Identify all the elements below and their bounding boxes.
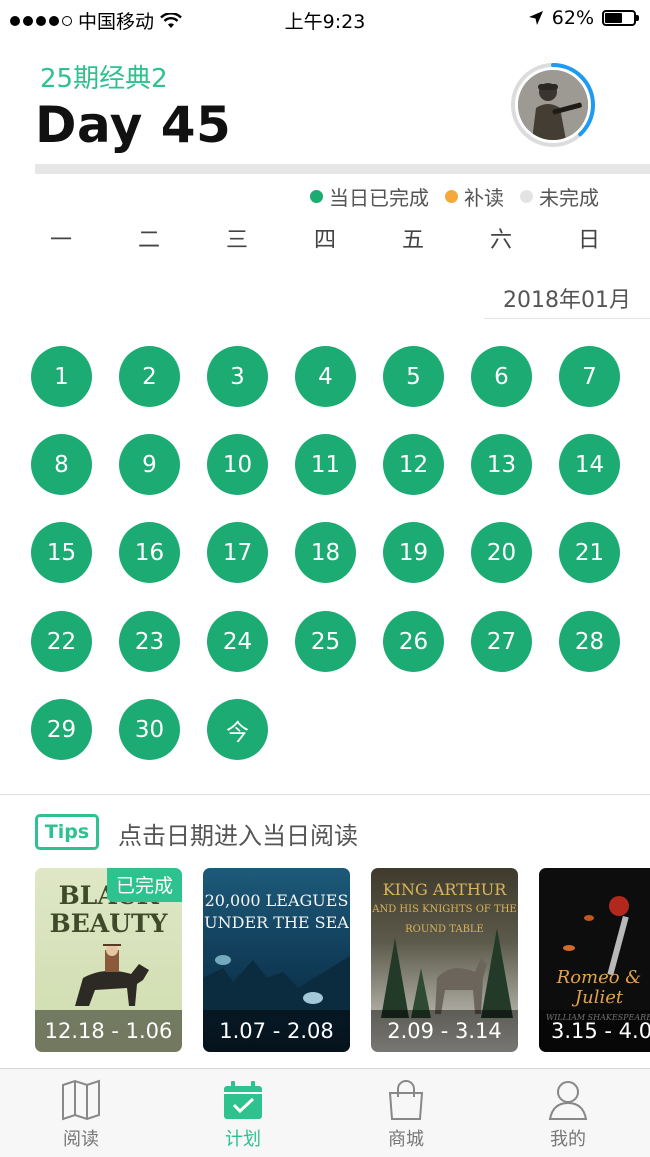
calendar-day[interactable]: 3 (207, 346, 268, 407)
calendar-day[interactable]: 22 (31, 611, 92, 672)
calendar-day[interactable]: 6 (471, 346, 532, 407)
legend-makeup: 补读 (445, 182, 504, 211)
weekday-fri: 五 (401, 228, 424, 253)
horse-rider-illustration (75, 944, 149, 1006)
calendar-day[interactable]: 11 (295, 434, 356, 495)
calendar-day[interactable]: 7 (559, 346, 620, 407)
calendar-day[interactable]: 9 (119, 434, 180, 495)
section-divider (0, 794, 650, 795)
tab-me-label: 我的 (550, 1129, 586, 1150)
calendar-day[interactable]: 20 (471, 522, 532, 583)
book-date-range: 12.18 - 1.06 (35, 1010, 182, 1052)
book-card-king-arthur[interactable]: KING ARTHUR AND HIS KNIGHTS OF THE ROUND … (371, 868, 518, 1052)
calendar-day-today[interactable]: 今 (207, 699, 268, 760)
book-date-range: 3.15 - 4.0 (539, 1010, 650, 1052)
calendar-day[interactable]: 21 (559, 522, 620, 583)
calendar-day[interactable]: 25 (295, 611, 356, 672)
calendar-day[interactable]: 27 (471, 611, 532, 672)
calendar-day[interactable]: 1 (31, 346, 92, 407)
calendar-day[interactable]: 12 (383, 434, 444, 495)
book-cover-title: 20,000 LEAGUES UNDER THE SEA (204, 891, 349, 932)
tab-reading[interactable]: 阅读 (21, 1079, 141, 1151)
plan-name: 25期经典2 (40, 64, 168, 94)
completed-badge: 已完成 (106, 868, 182, 902)
weekday-mon: 一 (49, 228, 72, 253)
book-date-range: 1.07 - 2.08 (203, 1010, 350, 1052)
status-bar: 中国移动 上午9:23 62% (0, 0, 650, 38)
book-icon (62, 1079, 100, 1121)
weekday-wed: 三 (225, 228, 248, 253)
legend-incomplete: 未完成 (520, 182, 599, 211)
tab-plan-label: 计划 (225, 1129, 261, 1150)
calendar-day[interactable]: 15 (31, 522, 92, 583)
calendar-day[interactable]: 2 (119, 346, 180, 407)
battery-icon (602, 10, 639, 26)
rose-dagger-illustration (563, 896, 629, 976)
calendar-day[interactable]: 17 (207, 522, 268, 583)
legend-completed-dot (310, 190, 323, 203)
weekday-sun: 日 (577, 228, 600, 253)
location-arrow-icon (528, 11, 543, 25)
book-card-black-beauty[interactable]: BLACKBEAUTY 已完成 12.18 - 1.06 (35, 868, 182, 1052)
status-right: 62% (528, 7, 639, 29)
tab-reading-label: 阅读 (63, 1129, 99, 1150)
user-icon (548, 1081, 588, 1120)
tab-bar: 阅读 计划 商城 我的 (0, 1068, 650, 1157)
legend-incomplete-dot (520, 190, 533, 203)
calendar-day[interactable]: 16 (119, 522, 180, 583)
shopping-bag-icon (388, 1080, 424, 1120)
calendar-day[interactable]: 26 (383, 611, 444, 672)
calendar-day[interactable]: 23 (119, 611, 180, 672)
calendar-day[interactable]: 18 (295, 522, 356, 583)
avatar-button[interactable] (510, 62, 596, 148)
calendar-day[interactable]: 8 (31, 434, 92, 495)
book-card-20000-leagues[interactable]: 20,000 LEAGUES UNDER THE SEA 1.07 - 2.08 (203, 868, 350, 1052)
tips-badge: Tips (35, 814, 99, 850)
legend-completed: 当日已完成 (310, 182, 429, 211)
calendar-day[interactable]: 30 (119, 699, 180, 760)
calendar-day[interactable]: 28 (559, 611, 620, 672)
calendar-day[interactable]: 13 (471, 434, 532, 495)
battery-percent: 62% (551, 7, 594, 29)
calendar-day[interactable]: 14 (559, 434, 620, 495)
header-divider (35, 164, 650, 174)
weekday-tue: 二 (137, 228, 160, 253)
calendar-day[interactable]: 4 (295, 346, 356, 407)
calendar-day[interactable]: 10 (207, 434, 268, 495)
month-label[interactable]: 2018年01月 (484, 282, 650, 319)
calendar-day[interactable]: 5 (383, 346, 444, 407)
calendar-check-icon (224, 1081, 262, 1119)
legend: 当日已完成 补读 未完成 (310, 182, 599, 211)
soldier-avatar-image (518, 70, 588, 140)
calendar-day[interactable]: 19 (383, 522, 444, 583)
tips-text: 点击日期进入当日阅读 (118, 822, 358, 850)
weekday-sat: 六 (489, 228, 512, 253)
underwater-illustration (203, 955, 350, 1018)
tab-me[interactable]: 我的 (508, 1079, 628, 1151)
book-date-range: 2.09 - 3.14 (371, 1010, 518, 1052)
tab-store[interactable]: 商城 (346, 1079, 466, 1151)
avatar (518, 70, 588, 140)
book-card-romeo-juliet[interactable]: Romeo & Juliet WILLIAM SHAKESPEARE 3.15 -… (539, 868, 650, 1052)
forest-knight-illustration (381, 928, 513, 1018)
calendar-day[interactable]: 29 (31, 699, 92, 760)
tab-plan[interactable]: 计划 (183, 1079, 303, 1151)
legend-makeup-dot (445, 190, 458, 203)
tab-store-label: 商城 (388, 1129, 424, 1150)
weekday-thu: 四 (313, 228, 336, 253)
day-title: Day 45 (35, 96, 232, 154)
calendar-day[interactable]: 24 (207, 611, 268, 672)
